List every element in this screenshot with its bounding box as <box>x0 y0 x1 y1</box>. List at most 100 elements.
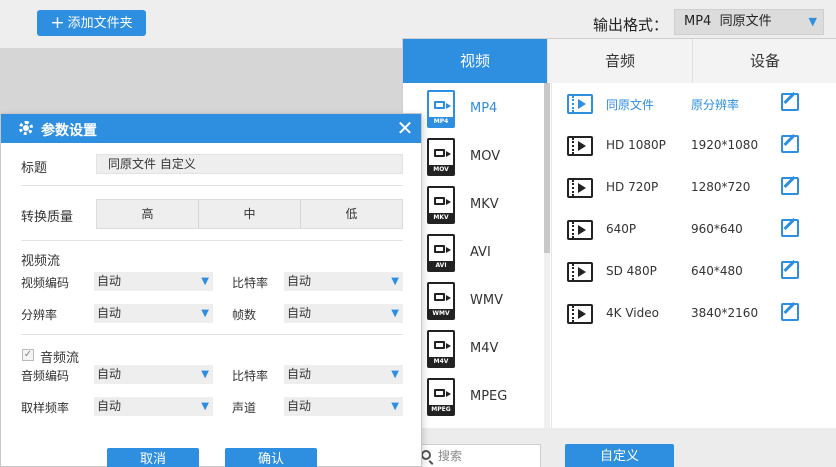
scrollbar-thumb[interactable] <box>544 83 550 253</box>
format-item-mov[interactable]: MOV MOV <box>403 134 544 182</box>
dropdown-caret-icon: ▼ <box>201 401 209 412</box>
preset-row-1080p[interactable]: HD 1080P 1920*1080 <box>552 125 836 167</box>
mp4-file-icon: MP4 <box>427 90 455 128</box>
select-value: 自动 <box>97 274 122 288</box>
search-icon <box>421 450 431 460</box>
format-name: AVI <box>470 245 491 260</box>
wmv-file-icon: WMV <box>427 282 455 320</box>
close-icon[interactable]: ✕ <box>395 117 415 139</box>
framerate-select[interactable]: 自动 ▼ <box>284 304 403 323</box>
edit-icon[interactable] <box>781 219 799 237</box>
audio-stream-checkbox[interactable]: ✓ <box>22 349 34 361</box>
video-codec-select[interactable]: 自动 ▼ <box>94 272 213 291</box>
mov-file-icon: MOV <box>427 138 455 176</box>
tab-video[interactable]: 视频 <box>403 39 547 83</box>
framerate-label: 帧数 <box>232 308 257 322</box>
dropdown-caret-icon: ▼ <box>391 276 399 287</box>
tab-audio[interactable]: 音频 <box>547 39 692 83</box>
film-icon <box>567 136 593 156</box>
edit-icon[interactable] <box>781 177 799 195</box>
settings-dialog: 参数设置 ✕ 标题 同原文件 自定义 转换质量 高 中 低 视频流 视频编码 自… <box>0 113 422 467</box>
audio-codec-select[interactable]: 自动 ▼ <box>94 365 213 384</box>
select-value: 自动 <box>97 306 122 320</box>
format-list-scrollbar[interactable] <box>544 83 550 428</box>
preset-name: SD 480P <box>606 264 657 278</box>
add-folder-button[interactable]: + 添加文件夹 <box>37 10 146 36</box>
preset-resolution: 960*640 <box>691 222 743 236</box>
cancel-button[interactable]: 取消 <box>107 448 199 467</box>
film-icon <box>567 304 593 324</box>
sample-rate-label: 取样频率 <box>21 401 70 415</box>
resolution-select[interactable]: 自动 ▼ <box>94 304 213 323</box>
output-format-select[interactable]: MP4 同原文件 ▼ <box>674 9 824 35</box>
preset-name: 同原文件 <box>606 98 655 112</box>
avi-file-icon: AVI <box>427 234 455 272</box>
format-name: MOV <box>470 149 501 164</box>
edit-icon[interactable] <box>781 93 799 111</box>
audio-bitrate-select[interactable]: 自动 ▼ <box>284 365 403 384</box>
search-placeholder: 搜索 <box>438 449 463 463</box>
title-input[interactable]: 同原文件 自定义 <box>96 154 403 174</box>
gear-icon <box>19 121 33 135</box>
preset-resolution: 原分辨率 <box>691 98 740 112</box>
custom-button[interactable]: 自定义 <box>565 444 674 467</box>
tab-device[interactable]: 设备 <box>692 39 836 83</box>
film-icon <box>567 220 593 240</box>
search-input[interactable]: 搜索 <box>415 444 541 467</box>
dropdown-caret-icon: ▼ <box>391 308 399 319</box>
preset-resolution: 640*480 <box>691 264 743 278</box>
divider <box>21 240 403 241</box>
channel-select[interactable]: 自动 ▼ <box>284 397 403 416</box>
preset-row-4k[interactable]: 4K Video 3840*2160 <box>552 293 836 335</box>
select-value: 自动 <box>287 306 312 320</box>
confirm-button[interactable]: 确认 <box>225 448 317 467</box>
format-panel-footer: 搜索 自定义 <box>403 428 836 467</box>
audio-stream-label: 音频流 <box>40 351 80 366</box>
edit-icon[interactable] <box>781 135 799 153</box>
title-label: 标题 <box>21 161 48 176</box>
film-icon <box>567 178 593 198</box>
quality-label: 转换质量 <box>21 210 74 225</box>
format-name: MP4 <box>470 101 498 116</box>
format-item-mp4[interactable]: MP4 MP4 <box>403 86 544 134</box>
format-item-mpeg[interactable]: MPEG MPEG <box>403 374 544 422</box>
preset-name: HD 720P <box>606 180 659 194</box>
output-format-label: 输出格式： <box>593 16 669 34</box>
preset-row-480p[interactable]: SD 480P 640*480 <box>552 251 836 293</box>
dropdown-caret-icon: ▼ <box>201 369 209 380</box>
format-item-m4v[interactable]: M4V M4V <box>403 326 544 374</box>
video-bitrate-label: 比特率 <box>232 276 269 290</box>
format-item-avi[interactable]: AVI AVI <box>403 230 544 278</box>
select-value: 自动 <box>97 367 122 381</box>
preset-row-original[interactable]: 同原文件 原分辨率 <box>552 83 836 125</box>
preset-name: 640P <box>606 222 637 236</box>
quality-high-button[interactable]: 高 <box>97 200 198 228</box>
select-value: 自动 <box>287 274 312 288</box>
quality-medium-button[interactable]: 中 <box>198 200 300 228</box>
audio-bitrate-label: 比特率 <box>232 369 269 383</box>
format-item-mkv[interactable]: MKV MKV <box>403 182 544 230</box>
video-stream-label: 视频流 <box>21 254 61 269</box>
dropdown-caret-icon: ▼ <box>201 308 209 319</box>
preset-resolution: 1280*720 <box>691 180 751 194</box>
preset-row-720p[interactable]: HD 720P 1280*720 <box>552 167 836 209</box>
dropdown-caret-icon: ▼ <box>808 15 817 28</box>
video-codec-label: 视频编码 <box>21 276 70 290</box>
preset-row-640p[interactable]: 640P 960*640 <box>552 209 836 251</box>
format-item-wmv[interactable]: WMV WMV <box>403 278 544 326</box>
sample-rate-select[interactable]: 自动 ▼ <box>94 397 213 416</box>
dropdown-caret-icon: ▼ <box>391 401 399 412</box>
format-name: MPEG <box>470 389 508 404</box>
format-panel: 视频 音频 设备 MP4 MP4 MOV MOV MKV MKV AVI AVI… <box>402 38 836 467</box>
edit-icon[interactable] <box>781 303 799 321</box>
mpeg-file-icon: MPEG <box>427 378 455 416</box>
dropdown-caret-icon: ▼ <box>201 276 209 287</box>
dialog-title: 参数设置 <box>41 123 97 139</box>
format-name: M4V <box>470 341 499 356</box>
mkv-file-icon: MKV <box>427 186 455 224</box>
video-bitrate-select[interactable]: 自动 ▼ <box>284 272 403 291</box>
select-value: 自动 <box>287 367 312 381</box>
edit-icon[interactable] <box>781 261 799 279</box>
quality-low-button[interactable]: 低 <box>300 200 402 228</box>
format-name: WMV <box>470 293 503 308</box>
